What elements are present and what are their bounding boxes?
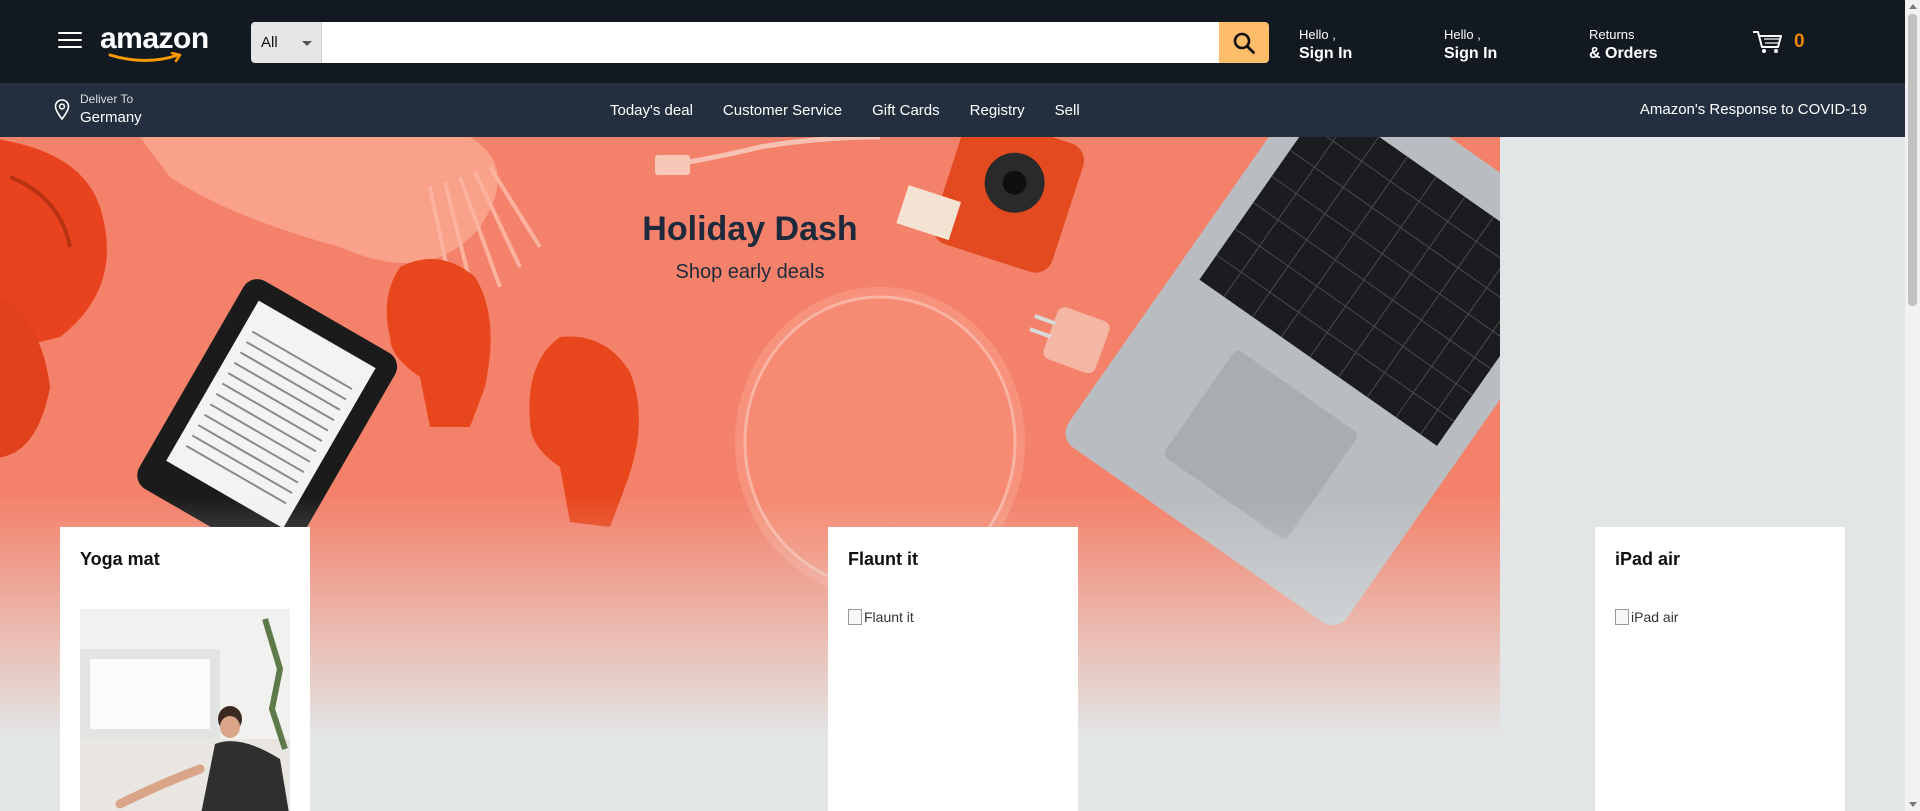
account-greeting: Hello ,: [1444, 27, 1481, 42]
scroll-down-arrow-icon[interactable]: [1909, 802, 1917, 807]
subnav-link-customer-service[interactable]: Customer Service: [723, 102, 842, 119]
page: amazon All Hello , Sign In Hello , Sign …: [0, 0, 1920, 811]
usb-plug-illustration: [655, 155, 690, 175]
broken-image-placeholder: iPad air: [1615, 609, 1825, 625]
search-icon: [1233, 32, 1255, 54]
sub-navbar: Deliver To Germany Today's deal Customer…: [0, 83, 1905, 137]
deliver-to-label: Deliver To: [80, 92, 134, 106]
page-scrollbar[interactable]: [1905, 0, 1920, 811]
charger-illustration: [1029, 307, 1110, 374]
search-button[interactable]: [1219, 22, 1269, 63]
broken-image-placeholder: Flaunt it: [848, 609, 1058, 625]
yoga-photo-illustration: [80, 609, 290, 811]
search-category-select[interactable]: All: [251, 22, 322, 63]
scrollbar-thumb[interactable]: [1908, 14, 1917, 306]
product-card-flaunt-it[interactable]: Flaunt it Flaunt it: [828, 527, 1078, 811]
mittens-illustration: [386, 259, 639, 527]
top-navbar: amazon All Hello , Sign In Hello , Sign …: [0, 0, 1905, 83]
account-signin-2[interactable]: Hello , Sign In: [1444, 27, 1497, 65]
image-alt-text: Flaunt it: [864, 609, 914, 625]
hero-title: Holiday Dash: [642, 210, 858, 248]
hero-subtitle: Shop early deals: [675, 261, 825, 283]
deliver-location: Germany: [80, 109, 142, 126]
search-bar: All: [251, 22, 1269, 63]
cart-icon: [1753, 31, 1782, 53]
subnav-link-todays-deal[interactable]: Today's deal: [610, 102, 693, 119]
yoga-mat-image[interactable]: [80, 609, 290, 811]
logo-smile-icon: [108, 52, 182, 63]
search-category-label: All: [261, 34, 278, 51]
product-card-yoga-mat[interactable]: Yoga mat: [60, 527, 310, 811]
account-signin-1[interactable]: Hello , Sign In: [1299, 27, 1352, 65]
chevron-down-icon: [302, 41, 312, 46]
subnav-link-sell[interactable]: Sell: [1055, 102, 1080, 119]
account-greeting: Hello ,: [1299, 27, 1336, 42]
card-title: iPad air: [1615, 549, 1681, 569]
location-pin-icon: [54, 99, 70, 121]
returns-label: Returns: [1589, 27, 1635, 42]
broken-image-icon: [848, 609, 862, 625]
broken-image-icon: [1615, 609, 1629, 625]
account-signin-label: Sign In: [1444, 45, 1498, 62]
amazon-logo[interactable]: amazon: [100, 24, 209, 63]
scroll-up-arrow-icon[interactable]: [1909, 4, 1917, 9]
product-card-ipad-air[interactable]: iPad air iPad air: [1595, 527, 1845, 811]
account-signin-label: Sign In: [1299, 45, 1353, 62]
subnav-link-gift-cards[interactable]: Gift Cards: [872, 102, 940, 119]
sneakers-illustration: [0, 139, 107, 458]
image-alt-text: iPad air: [1631, 609, 1679, 625]
hamburger-menu-icon[interactable]: [58, 32, 82, 52]
flaunt-it-image[interactable]: Flaunt it: [848, 609, 1058, 811]
camera-illustration: [896, 137, 1085, 273]
subnav-links: Today's deal Customer Service Gift Cards…: [610, 83, 1110, 137]
orders-label: & Orders: [1589, 45, 1658, 62]
ipad-air-image[interactable]: iPad air: [1615, 609, 1825, 811]
cart-button[interactable]: 0: [1752, 29, 1805, 55]
returns-orders-link[interactable]: Returns & Orders: [1589, 27, 1657, 65]
cart-count: 0: [1794, 31, 1805, 52]
card-title: Yoga mat: [80, 549, 160, 569]
cable-illustration: [659, 137, 881, 170]
covid-response-link[interactable]: Amazon's Response to COVID-19: [1640, 101, 1867, 118]
search-input[interactable]: [322, 22, 1219, 63]
deliver-to-location[interactable]: Deliver To Germany: [54, 91, 142, 129]
card-title: Flaunt it: [848, 549, 918, 569]
subnav-link-registry[interactable]: Registry: [970, 102, 1025, 119]
